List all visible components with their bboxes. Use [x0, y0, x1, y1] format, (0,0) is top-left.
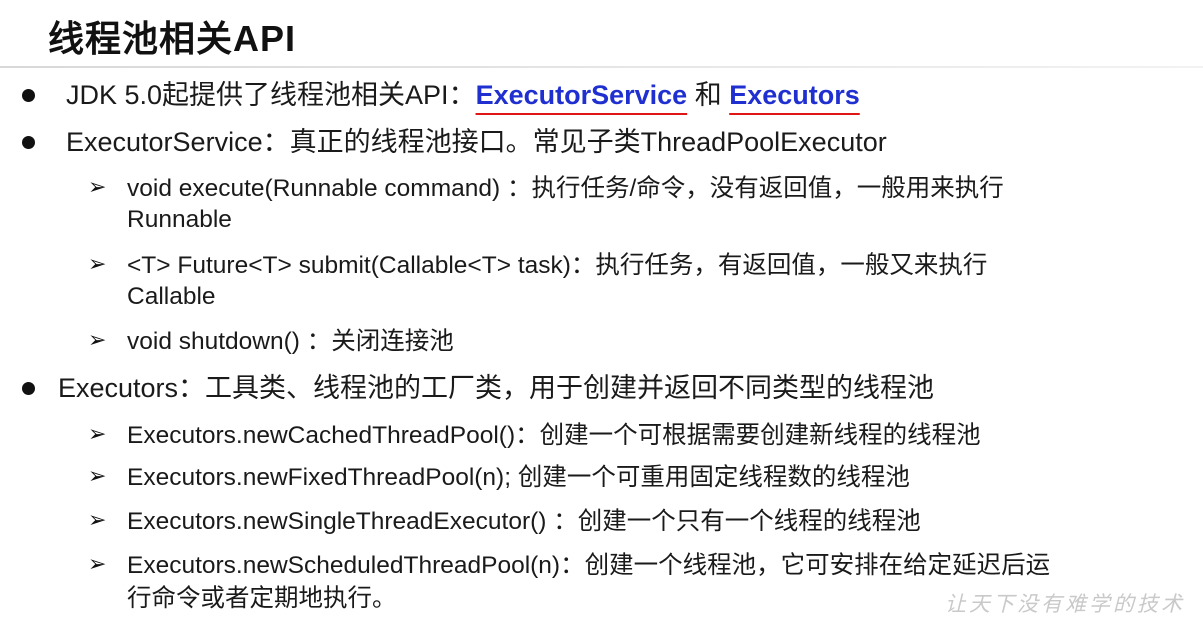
slide: 线程池相关API JDK 5.0起提供了线程池相关API：ExecutorSer…: [0, 0, 1203, 630]
arrowhead-bullet-icon: ➢: [88, 327, 107, 352]
bullet-executors: Executors：工具类、线程池的工厂类，用于创建并返回不同类型的线程池: [58, 373, 935, 403]
bullet-icon: [22, 382, 35, 395]
sub-item-submit: <T> Future<T> submit(Callable<T> task)：执…: [127, 252, 988, 279]
sub-item-single: Executors.newSingleThreadExecutor() ：创建一…: [127, 508, 921, 535]
highlight-executors: Executors: [729, 80, 860, 110]
bullet-text: JDK 5.0起提供了线程池相关API：: [66, 80, 476, 110]
sub-item-scheduled: Executors.newScheduledThreadPool(n)：创建一个…: [127, 552, 1051, 579]
arrowhead-bullet-icon: ➢: [88, 251, 107, 276]
slide-title: 线程池相关API: [48, 18, 297, 59]
arrowhead-bullet-icon: ➢: [88, 421, 107, 446]
sub-item-scheduled-cont: 行命令或者定期地执行。: [127, 585, 397, 612]
sub-item-execute-cont: Runnable: [127, 206, 232, 233]
bullet-icon: [22, 89, 35, 102]
bullet-executorservice: ExecutorService：真正的线程池接口。常见子类ThreadPoolE…: [66, 127, 887, 157]
arrowhead-bullet-icon: ➢: [88, 507, 107, 532]
arrowhead-bullet-icon: ➢: [88, 174, 107, 199]
title-divider: [0, 66, 1203, 68]
watermark: 让天下没有难学的技术: [945, 592, 1185, 616]
conjunction-text: 和: [687, 80, 730, 110]
sub-item-submit-cont: Callable: [127, 283, 216, 310]
sub-item-shutdown: void shutdown() ：关闭连接池: [127, 328, 454, 355]
sub-item-execute: void execute(Runnable command) ：执行任务/命令，…: [127, 175, 1004, 202]
arrowhead-bullet-icon: ➢: [88, 551, 107, 576]
sub-item-fixed: Executors.newFixedThreadPool(n); 创建一个可重用…: [127, 464, 910, 491]
bullet-icon: [22, 136, 35, 149]
arrowhead-bullet-icon: ➢: [88, 463, 107, 488]
sub-item-cached: Executors.newCachedThreadPool()：创建一个可根据需…: [127, 422, 981, 449]
bullet-jdk-api: JDK 5.0起提供了线程池相关API：ExecutorService 和 Ex…: [66, 80, 860, 110]
highlight-executorservice: ExecutorService: [475, 80, 688, 110]
